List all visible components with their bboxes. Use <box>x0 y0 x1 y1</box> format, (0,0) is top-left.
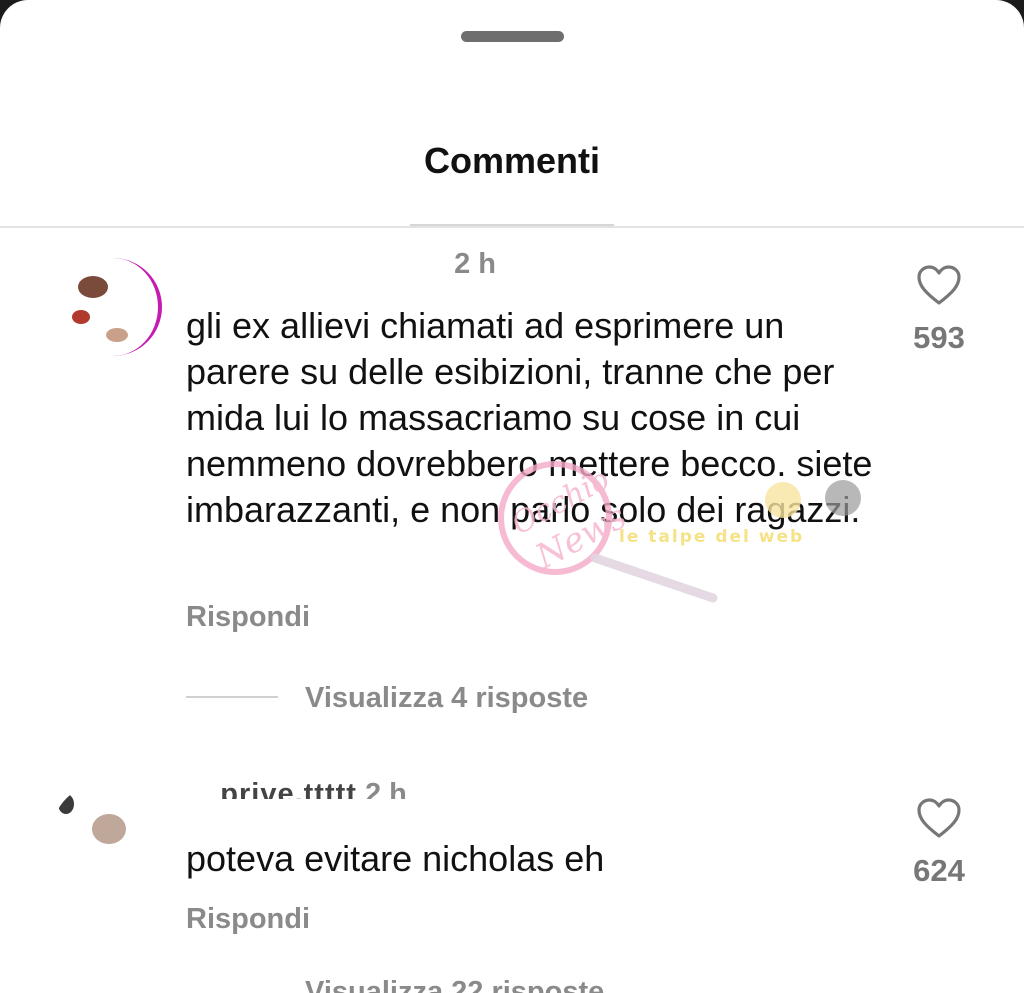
header-divider <box>0 226 1024 228</box>
comment-time: 2 h <box>364 778 407 810</box>
reply-button[interactable]: Rispondi <box>186 601 310 634</box>
like-button[interactable]: 593 <box>899 264 979 356</box>
avatar[interactable] <box>64 258 162 356</box>
view-replies-button[interactable]: Visualizza 4 risposte <box>305 682 588 715</box>
header-tab-indicator <box>410 224 614 226</box>
sheet-title: Commenti <box>423 140 600 181</box>
heart-outline-icon <box>917 265 961 305</box>
like-count: 593 <box>913 320 965 355</box>
like-button[interactable]: 624 <box>899 797 979 889</box>
replies-thread-line <box>186 696 278 698</box>
avatar[interactable] <box>52 784 150 882</box>
comment-meta: __prive.ttttt 2 h <box>186 778 407 810</box>
comment-username[interactable]: __prive.ttttt <box>186 778 357 799</box>
view-replies-button[interactable]: Visualizza 22 risposte <box>305 976 604 993</box>
comment-time: 2 h <box>454 248 496 280</box>
comments-sheet: Commenti 2 h gli ex allievi chiamati ad … <box>0 0 1024 993</box>
comment-text: poteva evitare nicholas eh <box>186 838 605 879</box>
comment-text: gli ex allievi chiamati ad esprimere un … <box>186 305 873 530</box>
comment-meta: 2 h <box>186 248 496 281</box>
heart-outline-icon <box>917 798 961 838</box>
reply-button[interactable]: Rispondi <box>186 903 310 936</box>
drag-handle[interactable] <box>461 31 564 42</box>
like-count: 624 <box>913 853 965 888</box>
